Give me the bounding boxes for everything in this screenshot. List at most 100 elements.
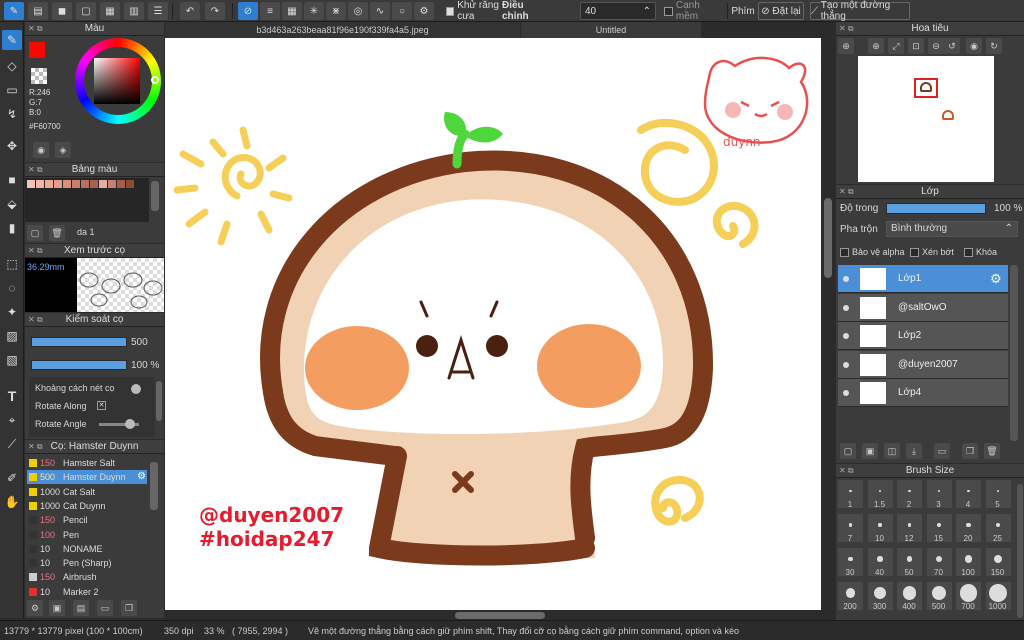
brush-tool-icon[interactable]: ✎ xyxy=(2,30,22,50)
brush-item[interactable]: 10 Marker 2 xyxy=(27,585,147,599)
palette-scrollbar[interactable] xyxy=(151,181,159,211)
clipping-toggle[interactable]: Xén bớt xyxy=(910,247,954,258)
new-file-icon[interactable]: ▤ xyxy=(28,2,48,20)
hue-handle[interactable] xyxy=(151,76,159,84)
snap-off-icon[interactable]: ⊘ xyxy=(238,2,258,20)
brush-item[interactable]: 150 Pencil xyxy=(27,513,147,527)
brush-size-cell[interactable]: 70 xyxy=(926,548,952,577)
snap-parallel-icon[interactable]: ≡ xyxy=(260,2,280,20)
brush-size-cell[interactable]: 3 xyxy=(926,480,952,509)
brush-size-cell[interactable]: 100 xyxy=(956,548,981,577)
palette-swatch[interactable] xyxy=(81,180,89,188)
palette-swatch[interactable] xyxy=(108,180,116,188)
rotate-left-icon[interactable]: ↺ xyxy=(944,38,960,54)
snap-perspective-icon[interactable]: ⋇ xyxy=(326,2,346,20)
brush-item[interactable]: 150 Hamster Salt xyxy=(27,456,147,470)
layer-row[interactable]: @saltOwO xyxy=(838,293,1008,322)
brush-item[interactable]: 1000 Cat Salt xyxy=(27,485,147,499)
snap-settings-icon[interactable]: ⚙ xyxy=(414,2,434,20)
brush-size-cell[interactable]: 1000 xyxy=(985,582,1011,611)
brush-size-cell[interactable]: 200 xyxy=(838,582,863,611)
bucket-tool-icon[interactable]: ⬙ xyxy=(2,194,22,214)
redo-icon[interactable]: ↷ xyxy=(205,2,225,20)
brush-size-cell[interactable]: 40 xyxy=(867,548,893,577)
text-tool-icon[interactable]: T xyxy=(2,386,22,406)
brush-size-cell[interactable]: 30 xyxy=(838,548,863,577)
duplicate-layer-icon[interactable]: ❐ xyxy=(962,443,978,459)
actual-size-icon[interactable]: ⊡ xyxy=(908,38,924,54)
snap-ellipse-icon[interactable]: ○ xyxy=(392,2,412,20)
tab-file1[interactable]: b3d463a263beaa81f96e190f339fa4a5.jpeg xyxy=(165,22,520,38)
magic-wand-tool-icon[interactable]: ✦ xyxy=(2,302,22,322)
gradient-tool-icon[interactable]: ▮ xyxy=(2,218,22,238)
select-eraser-tool-icon[interactable]: ▧ xyxy=(2,350,22,370)
marquee-tool-icon[interactable]: ⬚ xyxy=(2,254,22,274)
clipping-checkbox[interactable] xyxy=(910,248,919,258)
brush-size-cell[interactable]: 7 xyxy=(838,514,863,543)
brush-list-scrollbar[interactable] xyxy=(150,462,158,510)
protect-alpha-toggle[interactable]: Bảo vệ alpha xyxy=(840,247,905,258)
brush-size-cell[interactable]: 15 xyxy=(926,514,952,543)
lock-toggle[interactable]: Khóa xyxy=(964,247,997,258)
panel-options-icon[interactable]: ✕ ⧉ xyxy=(28,22,43,36)
panel-options-icon[interactable]: ✕ ⧉ xyxy=(839,22,854,36)
brush-size-cell[interactable]: 12 xyxy=(897,514,922,543)
palette-swatch[interactable] xyxy=(27,180,35,188)
new-layer-8bit-icon[interactable]: ▣ xyxy=(862,443,878,459)
visibility-icon[interactable] xyxy=(843,276,849,282)
brush-opacity-slider[interactable] xyxy=(31,360,127,370)
new-layer-1bit-icon[interactable]: ◫ xyxy=(884,443,900,459)
visibility-icon[interactable] xyxy=(843,304,849,311)
layer-row[interactable]: Lớp1 ⚙ xyxy=(838,265,1008,293)
app-icon[interactable]: ✎ xyxy=(4,2,24,20)
blend-select[interactable]: Bình thường ⌃ xyxy=(886,221,1018,237)
operate-tool-icon[interactable]: ⌖ xyxy=(2,410,22,430)
palette-swatch[interactable] xyxy=(45,180,53,188)
panel-options-icon[interactable]: ✕ ⧉ xyxy=(839,464,854,478)
window-icon[interactable]: ▢ xyxy=(76,2,96,20)
canvas-hscroll[interactable] xyxy=(165,610,835,620)
brush-item[interactable]: 500 Hamster Duynn ⚙ xyxy=(27,470,147,485)
lasso-tool-icon[interactable]: ◌ xyxy=(2,278,22,298)
list-icon[interactable]: ☰ xyxy=(148,2,168,20)
undo-icon[interactable]: ↶ xyxy=(180,2,200,20)
reset-rotation-icon[interactable]: ◉ xyxy=(966,38,982,54)
layers-scrollbar[interactable] xyxy=(1010,265,1018,441)
visibility-icon[interactable] xyxy=(843,333,849,339)
snap-radial-icon[interactable]: ✳ xyxy=(304,2,324,20)
hand-tool-icon[interactable]: ✋ xyxy=(2,492,22,512)
snap-curve-icon[interactable]: ∿ xyxy=(370,2,390,20)
layer-opacity-slider[interactable] xyxy=(886,203,986,214)
import-layer-icon[interactable]: ⤓ xyxy=(906,443,922,459)
brush-size-cell[interactable]: 400 xyxy=(897,582,922,611)
new-file-icon[interactable]: ▢ xyxy=(27,225,43,241)
color-set-icon[interactable]: ◉ xyxy=(33,142,49,158)
trash-icon[interactable]: 🗑 xyxy=(49,225,65,241)
layer-row[interactable]: @duyen2007 xyxy=(838,350,1008,379)
visibility-icon[interactable] xyxy=(843,361,849,368)
panel-options-icon[interactable]: ✕ ⧉ xyxy=(28,163,43,177)
delete-layer-icon[interactable]: 🗑 xyxy=(984,443,1000,459)
soft-edge-checkbox[interactable] xyxy=(664,6,673,16)
brush-size-cell[interactable]: 500 xyxy=(926,582,952,611)
move-tool-icon[interactable]: ✥ xyxy=(2,136,22,156)
layer-row[interactable]: Lớp4 xyxy=(838,379,1008,407)
film-icon[interactable]: ▥ xyxy=(124,2,144,20)
snap-grid-icon[interactable]: ▦ xyxy=(282,2,302,20)
zoom-in-icon[interactable]: ⊕ xyxy=(838,38,854,54)
brush-size-scrollbar[interactable] xyxy=(1017,484,1023,618)
panel-options-icon[interactable]: ✕ ⧉ xyxy=(28,313,43,327)
brush-item[interactable]: 150 Airbrush xyxy=(27,570,147,584)
brush-size-cell[interactable]: 300 xyxy=(867,582,893,611)
canvas-hscroll-thumb[interactable] xyxy=(455,612,545,619)
palette-swatch[interactable] xyxy=(90,180,98,188)
brush-size-cell[interactable]: 50 xyxy=(897,548,922,577)
transparent-swatch[interactable] xyxy=(31,68,47,84)
brush-size-cell[interactable]: 2 xyxy=(897,480,922,509)
protect-alpha-checkbox[interactable] xyxy=(840,248,849,258)
dropper-tool-icon[interactable]: ✐ xyxy=(2,468,22,488)
layer-row[interactable]: Lớp2 xyxy=(838,322,1008,350)
palette-swatch[interactable] xyxy=(99,180,107,188)
pen-tool-icon[interactable]: ↯ xyxy=(2,104,22,124)
brush-size-cell[interactable]: 20 xyxy=(956,514,981,543)
